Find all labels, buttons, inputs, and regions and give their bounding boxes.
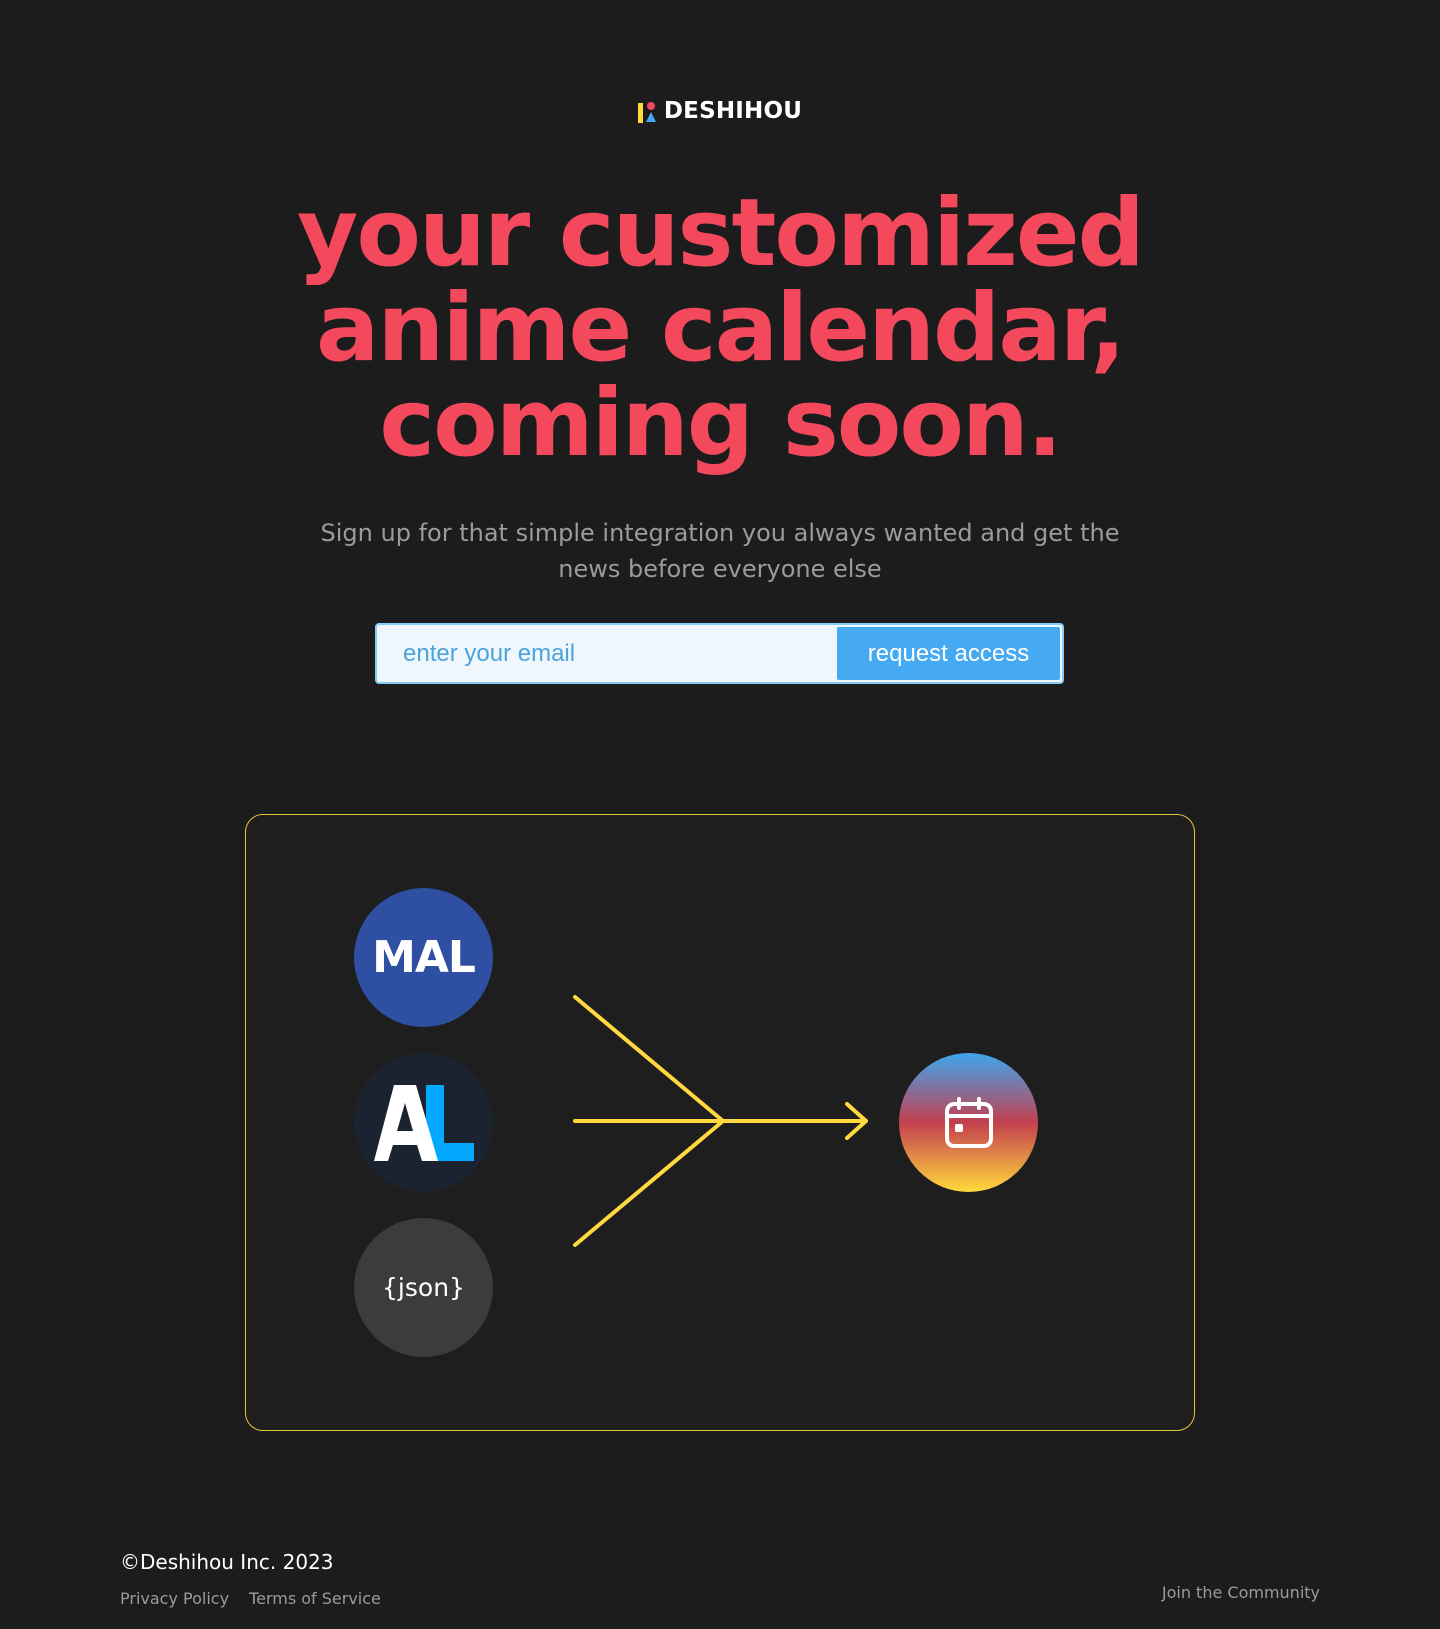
footer-links: Privacy Policy Terms of Service [120,1589,381,1608]
calendar-target [899,1053,1038,1192]
brand-name: DESHIHOU [663,98,803,124]
hero-headline: your customized anime calendar, coming s… [0,186,1440,471]
headline-line: anime calendar, [315,274,1126,383]
request-access-button[interactable]: request access [837,627,1060,680]
brand-logo[interactable]: DESHIHOU [0,100,1440,123]
headline-line: your customized [297,179,1145,288]
signup-form: request access [375,623,1064,684]
calendar-icon [944,1096,993,1148]
integration-diagram: MAL {json} [245,814,1195,1431]
privacy-policy-link[interactable]: Privacy Policy [120,1589,229,1608]
email-input[interactable] [377,625,835,682]
headline-line: coming soon. [379,369,1062,478]
join-community-link[interactable]: Join the Community [1162,1583,1320,1602]
hero-subtitle: Sign up for that simple integration you … [320,519,1120,583]
merge-arrow-icon [573,995,868,1247]
deshihou-logo-icon [637,101,656,123]
footer-copyright: ©Deshihou Inc. 2023 [120,1550,334,1574]
terms-of-service-link[interactable]: Terms of Service [249,1589,381,1608]
